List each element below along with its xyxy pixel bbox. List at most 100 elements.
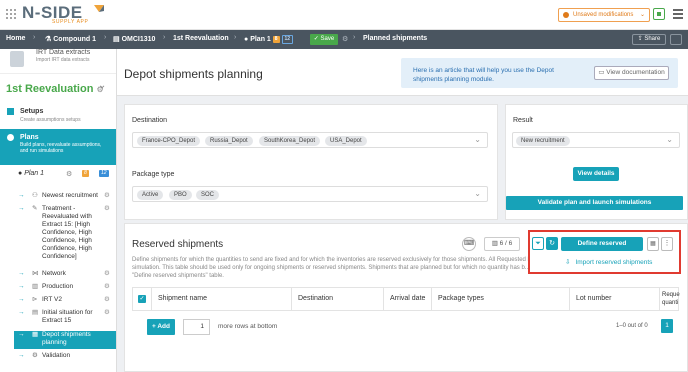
breadcrumb-current: Planned shipments <box>363 35 428 42</box>
breadcrumb-compound[interactable]: ⚗ Compound 1 <box>45 35 96 43</box>
gear-icon[interactable]: ⚙ <box>104 309 110 317</box>
chevron-down-icon[interactable]: ⌄ <box>666 135 673 144</box>
tree-item-label: Production <box>42 283 74 290</box>
rows-count-input[interactable]: 1 <box>183 319 210 335</box>
sidebar-item-label: Plans <box>20 134 39 141</box>
gear-icon[interactable]: ⚙ <box>104 296 110 304</box>
gear-icon[interactable]: ⚙ <box>104 192 110 200</box>
excel-icon[interactable]: ▦ <box>647 237 659 251</box>
gear-icon[interactable]: ⚙ <box>104 283 110 291</box>
view-documentation-button[interactable]: ▭ View documentation <box>594 66 669 80</box>
people-icon: ⚇ <box>32 192 38 199</box>
view-details-button[interactable]: View details <box>573 167 619 181</box>
arrow-right-icon: → <box>18 192 25 199</box>
page-title: Depot shipments planning <box>124 67 263 81</box>
add-row-button[interactable]: + Add <box>147 319 175 335</box>
plan-item[interactable]: ● Plan 1 ⚙ 8 12 <box>18 170 116 178</box>
result-select[interactable]: New recruitment ⌄ <box>512 132 680 148</box>
sidebar-item-label: IRT Data extracts <box>36 49 91 56</box>
breadcrumb-reevaluation[interactable]: 1st Reevaluation <box>173 35 229 42</box>
chevron-down-icon[interactable]: ⌄ <box>474 135 481 144</box>
sidebar-item-sublabel: Build plans, reevaluate assumptions, and… <box>20 142 102 154</box>
gear-icon: ⚙ <box>32 352 38 359</box>
validate-plan-button[interactable]: Validate plan and launch simulations <box>506 196 683 210</box>
result-chip[interactable]: New recruitment <box>516 136 570 146</box>
breadcrumb-separator: › <box>163 34 166 41</box>
package-chip[interactable]: PBO <box>169 190 192 200</box>
save-button[interactable]: ✓ Save <box>310 34 338 45</box>
reserved-shipments-title: Reserved shipments <box>132 239 224 250</box>
tree-item-label: Validation <box>42 352 71 359</box>
filter-icon[interactable]: ⏷ <box>532 237 544 250</box>
sidebar-item-setups[interactable]: Setups Create assumptions setups <box>0 105 116 128</box>
package-type-label: Package type <box>132 171 175 178</box>
apps-grid-icon[interactable] <box>6 9 16 19</box>
column-header[interactable]: Reque quanti <box>659 288 680 310</box>
tree-item-depot-shipments-planning[interactable]: → ▦ Depot shipments planning <box>14 331 116 349</box>
settings-icon[interactable]: ⚙ <box>342 35 348 43</box>
column-header[interactable]: Lot number <box>569 288 659 310</box>
column-header[interactable]: Shipment name <box>151 288 291 310</box>
share-button[interactable]: ⇪ Share <box>632 34 666 45</box>
destination-select[interactable]: France-CPO_Depot Russia_Depot SouthKorea… <box>132 132 488 148</box>
column-counter[interactable]: ▥ 6 / 6 <box>484 237 520 251</box>
breadcrumb-separator: › <box>104 34 107 41</box>
reserved-actions-highlight: ⏷ ↻ Define reserved shipments ▦ ⋮ ⇩ Impor… <box>528 230 681 274</box>
page-button[interactable]: 1 <box>661 319 673 333</box>
destination-chip[interactable]: SouthKorea_Depot <box>259 136 321 146</box>
pagination-info: 1–0 out of 0 <box>616 323 648 329</box>
destination-chip[interactable]: USA_Depot <box>325 136 367 146</box>
expand-icon[interactable] <box>670 34 682 45</box>
destination-chip[interactable]: Russia_Depot <box>205 136 253 146</box>
network-icon: ⋈ <box>32 270 39 277</box>
import-reserved-shipments-link[interactable]: ⇩ Import reserved shipments <box>565 258 652 266</box>
gear-icon[interactable]: ⚙ <box>104 270 110 278</box>
breadcrumb-home[interactable]: Home <box>6 35 25 42</box>
unsaved-modifications-dropdown[interactable]: Unsaved modifications ⌄ <box>558 8 650 22</box>
chevron-down-icon[interactable]: ⌄ <box>98 80 106 91</box>
treatment-icon: ✎ <box>32 205 38 212</box>
reevaluation-title: 1st Reevaluation ⚙ <box>6 83 104 95</box>
breadcrumb-study[interactable]: ▤ OMCI1310 <box>113 35 155 43</box>
plan-badge-warnings: 8 <box>82 170 89 177</box>
define-reserved-shipments-button[interactable]: Define reserved shipments <box>561 237 643 261</box>
column-header[interactable]: Package types <box>431 288 569 310</box>
arrow-right-icon: → <box>18 283 25 290</box>
breadcrumb-separator: › <box>234 34 237 41</box>
refresh-icon[interactable]: ↻ <box>546 237 558 250</box>
chart-icon: ▤ <box>32 309 39 316</box>
package-chip[interactable]: SOC <box>196 190 220 200</box>
breadcrumb-plan[interactable]: ● Plan 1 8 12 <box>244 35 294 44</box>
document-icon <box>10 51 24 67</box>
package-chip[interactable]: Active <box>137 190 164 200</box>
tree-item-label: IRT V2 <box>42 296 62 303</box>
sidebar-item-sublabel: Create assumptions setups <box>20 117 81 123</box>
column-header[interactable]: Destination <box>291 288 383 310</box>
arrow-right-icon: → <box>18 309 25 316</box>
sidebar-item-plans[interactable]: Plans Build plans, reevaluate assumption… <box>0 129 116 165</box>
keyboard-icon[interactable]: ⌨ <box>462 237 476 251</box>
page-header: Depot shipments planning Here is an arti… <box>117 49 688 96</box>
status-button[interactable] <box>653 8 665 20</box>
tree-item-label: Treatment - Reevaluated with Extract 15:… <box>42 205 92 260</box>
tree-item-label: Network <box>42 270 66 277</box>
package-type-select[interactable]: Active PBO SOC ⌄ <box>132 186 488 202</box>
plan-badge-count: 12 <box>99 170 109 177</box>
more-rows-label: more rows at bottom <box>218 323 278 330</box>
destination-chip[interactable]: France-CPO_Depot <box>137 136 201 146</box>
menu-icon[interactable] <box>673 9 683 21</box>
arrow-right-icon: → <box>18 205 25 212</box>
reserved-shipments-description: Define shipments for which the quantitie… <box>132 257 552 279</box>
sidebar-item-irt-extracts[interactable]: IRT Data extracts Import IRT data extrac… <box>0 49 116 74</box>
column-header[interactable]: Arrival date <box>383 288 431 310</box>
more-options-icon[interactable]: ⋮ <box>661 237 673 251</box>
arrow-right-icon: → <box>18 296 25 303</box>
plans-icon <box>7 134 14 141</box>
gear-icon[interactable]: ⚙ <box>104 205 110 213</box>
tree-item-label: Newest recruitment <box>42 192 98 199</box>
shipping-icon: ▦ <box>32 331 39 338</box>
gear-icon[interactable]: ⚙ <box>66 170 72 178</box>
plan-badge-warnings: 8 <box>272 36 280 43</box>
chevron-down-icon[interactable]: ⌄ <box>474 189 481 198</box>
select-all-checkbox[interactable]: ✓ <box>138 295 146 303</box>
